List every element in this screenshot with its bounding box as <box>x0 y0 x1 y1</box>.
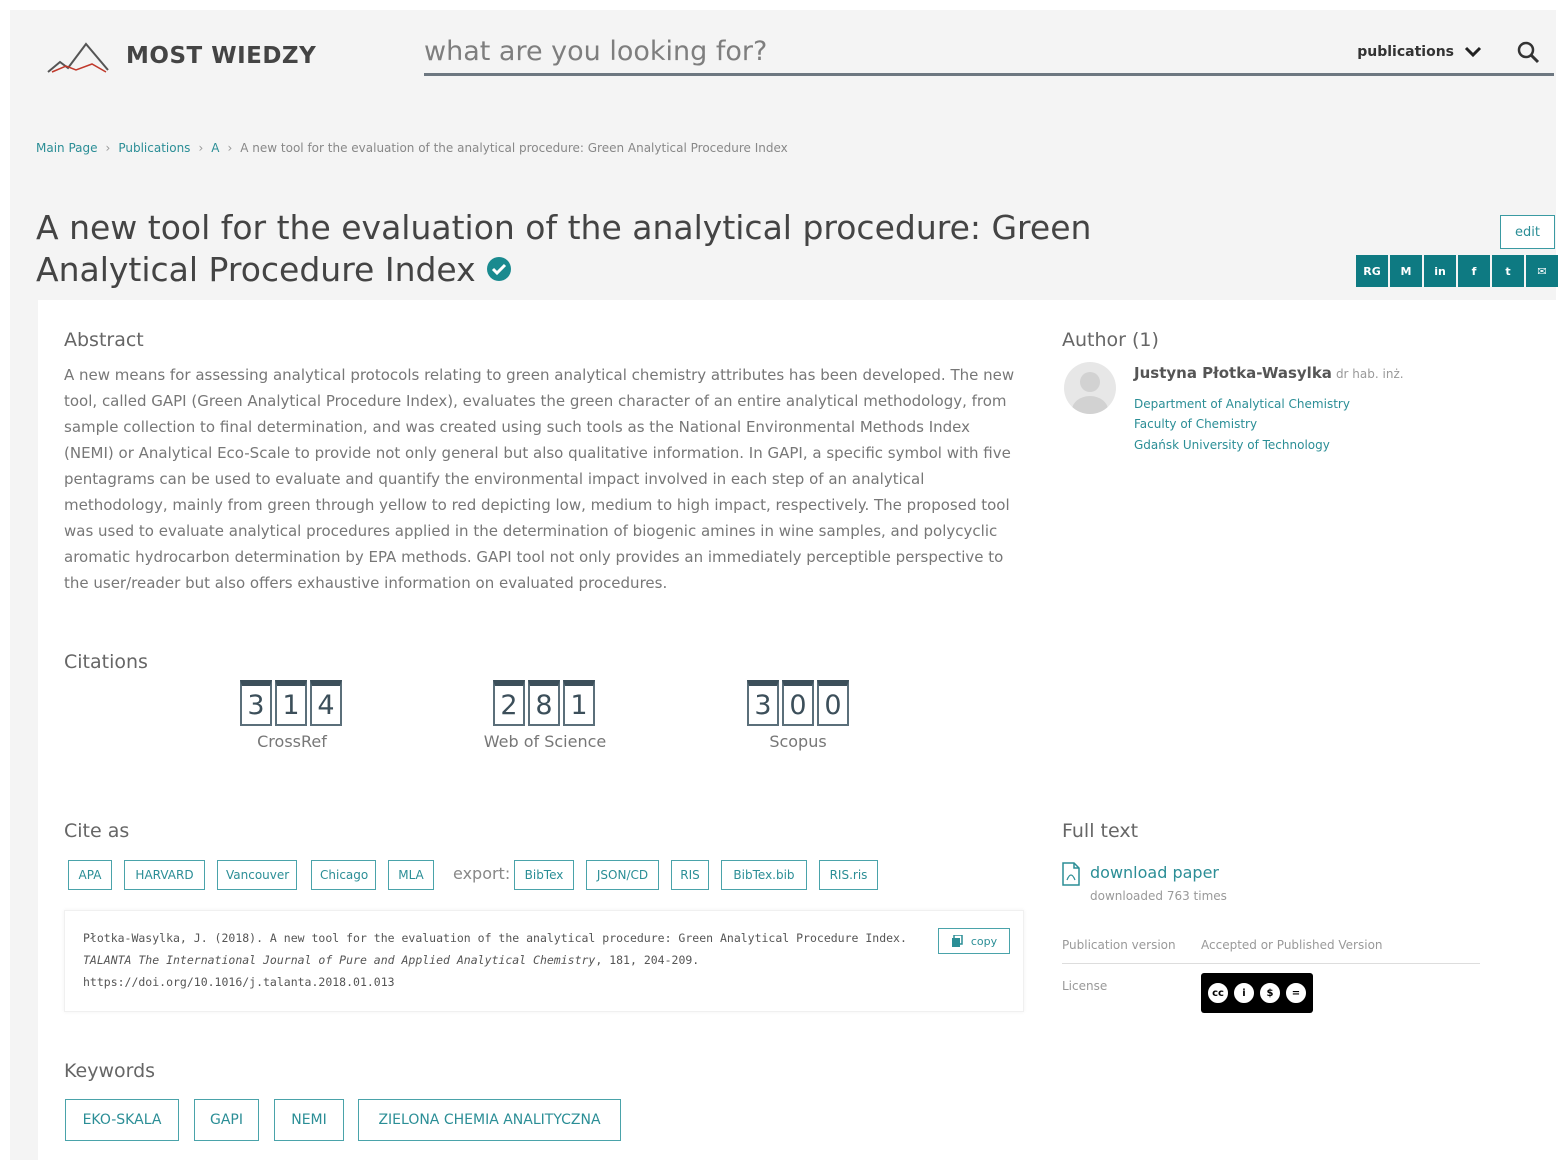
copy-button[interactable]: copy <box>938 928 1010 954</box>
counter-digit: 1 <box>275 680 307 726</box>
share-buttons: RG M in f t ✉ <box>1356 255 1558 287</box>
logo[interactable]: MOST WIEDZY <box>46 36 316 76</box>
share-researchgate-button[interactable]: RG <box>1356 255 1388 287</box>
logo-text: MOST WIEDZY <box>126 43 317 69</box>
search-scope-dropdown[interactable]: publications <box>1357 44 1482 60</box>
web-of-science-counter: 2 8 1 <box>493 680 595 726</box>
cite-vancouver-button[interactable]: Vancouver <box>217 860 297 890</box>
share-twitter-button[interactable]: t <box>1492 255 1524 287</box>
abstract-text: A new means for assessing analytical pro… <box>64 366 1015 592</box>
citation-journal: TALANTA The International Journal of Pur… <box>83 953 596 967</box>
download-paper-link[interactable]: download paper <box>1090 863 1219 882</box>
breadcrumb-main-page[interactable]: Main Page <box>36 141 98 155</box>
export-json-button[interactable]: JSON/CD <box>586 860 659 890</box>
cite-as-heading: Cite as <box>64 820 130 842</box>
divider <box>1062 963 1480 964</box>
crossref-counter: 3 1 4 <box>240 680 342 726</box>
counter-digit: 0 <box>782 680 814 726</box>
breadcrumb-letter[interactable]: A <box>211 141 219 155</box>
counter-digit: 2 <box>493 680 525 726</box>
citation-text[interactable]: Płotka-Wasylka, J. (2018). A new tool fo… <box>83 927 923 993</box>
cite-chicago-button[interactable]: Chicago <box>311 860 376 890</box>
cc-by-icon: i <box>1232 981 1256 1005</box>
author-degree: dr hab. inż. <box>1335 367 1404 381</box>
citation-plain: Płotka-Wasylka, J. (2018). A new tool fo… <box>83 931 907 945</box>
abstract-heading: Abstract <box>64 329 144 351</box>
counter-digit: 3 <box>240 680 272 726</box>
edit-button[interactable]: edit <box>1500 215 1555 249</box>
page-title-text: A new tool for the evaluation of the ana… <box>36 208 1092 289</box>
search-icon[interactable] <box>1516 40 1540 64</box>
author-name-text: Justyna Płotka-Wasylka <box>1134 364 1332 382</box>
page-title: A new tool for the evaluation of the ana… <box>36 207 1196 291</box>
scopus-label: Scopus <box>769 732 827 751</box>
share-mendeley-button[interactable]: M <box>1390 255 1422 287</box>
export-ris-file-button[interactable]: RIS.ris <box>819 860 878 890</box>
license-label: License <box>1062 979 1108 993</box>
web-of-science-label: Web of Science <box>483 732 607 751</box>
keyword-tag[interactable]: EKO-SKALA <box>65 1099 179 1141</box>
keyword-tag[interactable]: ZIELONA CHEMIA ANALITYCZNA <box>358 1099 621 1141</box>
export-bibtex-button[interactable]: BibTex <box>514 860 574 890</box>
author-university-link[interactable]: Gdańsk University of Technology <box>1134 438 1330 452</box>
author-name[interactable]: Justyna Płotka-Wasylka dr hab. inż. <box>1134 364 1404 382</box>
keyword-tag[interactable]: GAPI <box>194 1099 259 1141</box>
mountain-logo-icon <box>47 42 109 73</box>
export-bibtex-file-button[interactable]: BibTex.bib <box>721 860 807 890</box>
search-input[interactable] <box>424 31 1358 72</box>
export-ris-button[interactable]: RIS <box>671 860 709 890</box>
crossref-label: CrossRef <box>257 732 327 751</box>
search-bar: publications <box>424 30 1554 76</box>
cite-mla-button[interactable]: MLA <box>388 860 434 890</box>
counter-digit: 0 <box>817 680 849 726</box>
citations-heading: Citations <box>64 651 148 673</box>
counter-digit: 4 <box>310 680 342 726</box>
full-text-heading: Full text <box>1062 820 1139 842</box>
export-label: export: <box>453 864 511 883</box>
cc-nd-icon: = <box>1284 981 1308 1005</box>
counter-digit: 3 <box>747 680 779 726</box>
verified-check-icon <box>486 256 511 281</box>
copy-label: copy <box>970 934 998 948</box>
cc-nc-icon: $ <box>1258 981 1282 1005</box>
cc-icon: cc <box>1206 981 1230 1005</box>
share-email-button[interactable]: ✉ <box>1526 255 1558 287</box>
publication-version-label: Publication version <box>1062 938 1176 952</box>
author-faculty-link[interactable]: Faculty of Chemistry <box>1134 417 1257 431</box>
download-count: downloaded 763 times <box>1090 889 1227 903</box>
chevron-down-icon <box>1464 46 1482 57</box>
search-scope-label: publications <box>1357 43 1454 60</box>
breadcrumb-separator: › <box>198 141 204 155</box>
author-heading: Author (1) <box>1062 329 1159 351</box>
clipboard-icon <box>951 935 963 947</box>
counter-digit: 1 <box>563 680 595 726</box>
citation-box: Płotka-Wasylka, J. (2018). A new tool fo… <box>64 910 1024 1012</box>
cite-apa-button[interactable]: APA <box>68 860 112 890</box>
breadcrumb-current: A new tool for the evaluation of the ana… <box>240 141 788 155</box>
avatar[interactable] <box>1064 362 1116 414</box>
keywords-heading: Keywords <box>64 1060 156 1082</box>
share-linkedin-button[interactable]: in <box>1424 255 1456 287</box>
scopus-counter: 3 0 0 <box>747 680 849 726</box>
counter-digit: 8 <box>528 680 560 726</box>
breadcrumb-publications[interactable]: Publications <box>118 141 190 155</box>
publication-version-value: Accepted or Published Version <box>1201 938 1383 952</box>
keyword-tag[interactable]: NEMI <box>274 1099 344 1141</box>
author-department-link[interactable]: Department of Analytical Chemistry <box>1134 397 1350 411</box>
cite-harvard-button[interactable]: HARVARD <box>124 860 205 890</box>
share-facebook-button[interactable]: f <box>1458 255 1490 287</box>
breadcrumb-separator: › <box>105 141 111 155</box>
creative-commons-badge[interactable]: cc i $ = <box>1201 973 1313 1013</box>
breadcrumb-separator: › <box>227 141 233 155</box>
user-silhouette-icon <box>1072 372 1108 414</box>
pdf-file-icon <box>1062 862 1080 886</box>
breadcrumb: Main Page › Publications › A › A new too… <box>36 141 788 155</box>
